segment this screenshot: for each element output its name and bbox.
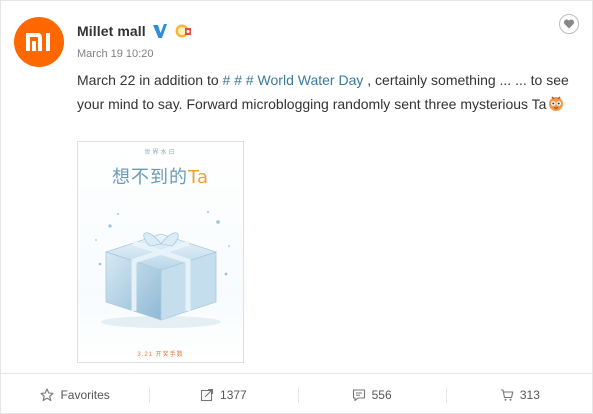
like-count: 313 bbox=[519, 387, 540, 402]
star-icon bbox=[40, 387, 54, 401]
topic-link[interactable]: # # # World Water Day bbox=[223, 72, 364, 88]
post-text: March 22 in addition to # # # World Wate… bbox=[77, 68, 577, 116]
action-bar: Favorites 1377 556 313 bbox=[1, 373, 593, 414]
author-avatar[interactable] bbox=[14, 17, 64, 67]
more-options-button[interactable] bbox=[559, 14, 579, 34]
comment-count: 556 bbox=[371, 387, 392, 402]
heart-chevron-icon bbox=[563, 19, 575, 29]
comment-icon bbox=[352, 388, 365, 401]
comment-button[interactable]: 556 bbox=[297, 374, 446, 414]
verified-v-icon bbox=[152, 24, 167, 38]
forward-count: 1377 bbox=[220, 387, 247, 402]
forward-button[interactable]: 1377 bbox=[149, 374, 297, 414]
image-title-main: 想不到的 bbox=[111, 167, 188, 188]
post-text-start: March 22 in addition to bbox=[77, 72, 223, 88]
image-title: 想不到的Ta bbox=[78, 163, 243, 189]
mi-logo-icon bbox=[26, 33, 50, 51]
favorite-label: Favorites bbox=[60, 387, 110, 402]
author-name[interactable]: Millet mall bbox=[77, 23, 146, 39]
like-button[interactable]: 313 bbox=[445, 374, 593, 414]
forward-icon bbox=[200, 388, 214, 401]
image-small-caption: 世界水日 bbox=[144, 150, 177, 156]
favorite-button[interactable]: Favorites bbox=[1, 374, 149, 414]
post-image[interactable]: 世界水日 想不到的Ta 3.21 开奖手数 bbox=[77, 141, 244, 363]
image-footer-tag: 3.21 开奖手数 bbox=[137, 352, 184, 358]
mystery-face-emoji bbox=[549, 96, 564, 111]
image-title-accent: Ta bbox=[187, 167, 210, 188]
post-timestamp[interactable]: March 19 10:20 bbox=[77, 48, 153, 60]
author-name-row: Millet mall bbox=[77, 23, 192, 39]
weibo-post-card: Millet mall March 19 10:20 March 22 in a… bbox=[0, 0, 593, 414]
vip-badge-icon[interactable] bbox=[174, 23, 192, 39]
cart-icon bbox=[500, 388, 514, 401]
ice-gift-box-illustration bbox=[95, 210, 230, 328]
